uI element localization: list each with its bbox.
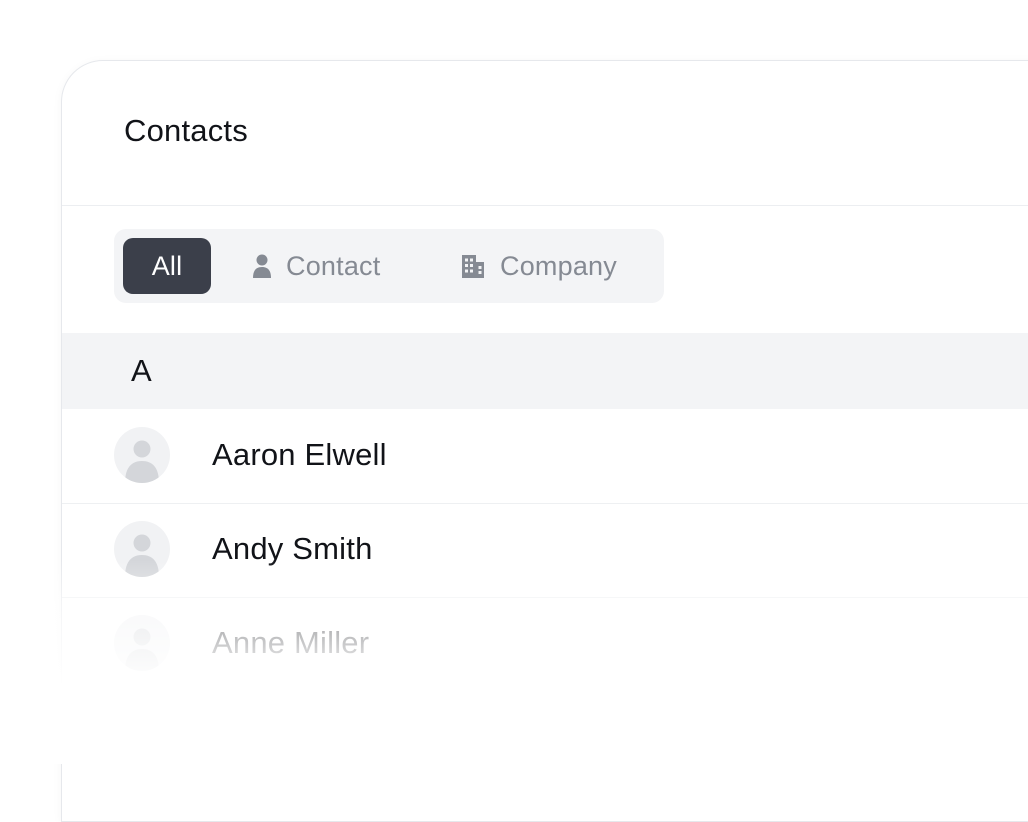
panel-header: Contacts xyxy=(62,61,1028,206)
filter-company-button[interactable]: Company xyxy=(460,238,617,294)
filter-company-label: Company xyxy=(500,250,617,281)
section-header-a: A xyxy=(62,333,1028,409)
contact-row[interactable]: Anne Miller xyxy=(62,597,1028,691)
person-icon xyxy=(125,628,159,671)
person-icon xyxy=(125,440,159,483)
contacts-panel: Contacts All Contact Company A Aaron Elw… xyxy=(61,60,1028,822)
avatar xyxy=(114,615,170,671)
building-icon xyxy=(460,253,486,279)
contact-name: Andy Smith xyxy=(212,531,373,566)
page-title: Contacts xyxy=(124,113,248,148)
contact-row[interactable]: Andy Smith xyxy=(62,503,1028,598)
person-icon xyxy=(125,534,159,577)
filter-contact-label: Contact xyxy=(286,250,381,281)
contact-name: Aaron Elwell xyxy=(212,437,387,472)
section-letter: A xyxy=(131,353,152,388)
contact-name: Anne Miller xyxy=(212,625,370,660)
person-icon xyxy=(252,253,272,279)
avatar xyxy=(114,427,170,483)
filter-contact-button[interactable]: Contact xyxy=(252,238,380,294)
filter-all-button[interactable]: All xyxy=(123,238,211,294)
contact-row[interactable]: Aaron Elwell xyxy=(62,409,1028,504)
filter-segmented-control: All Contact Company xyxy=(114,229,664,303)
filter-all-label: All xyxy=(151,250,183,281)
avatar xyxy=(114,521,170,577)
